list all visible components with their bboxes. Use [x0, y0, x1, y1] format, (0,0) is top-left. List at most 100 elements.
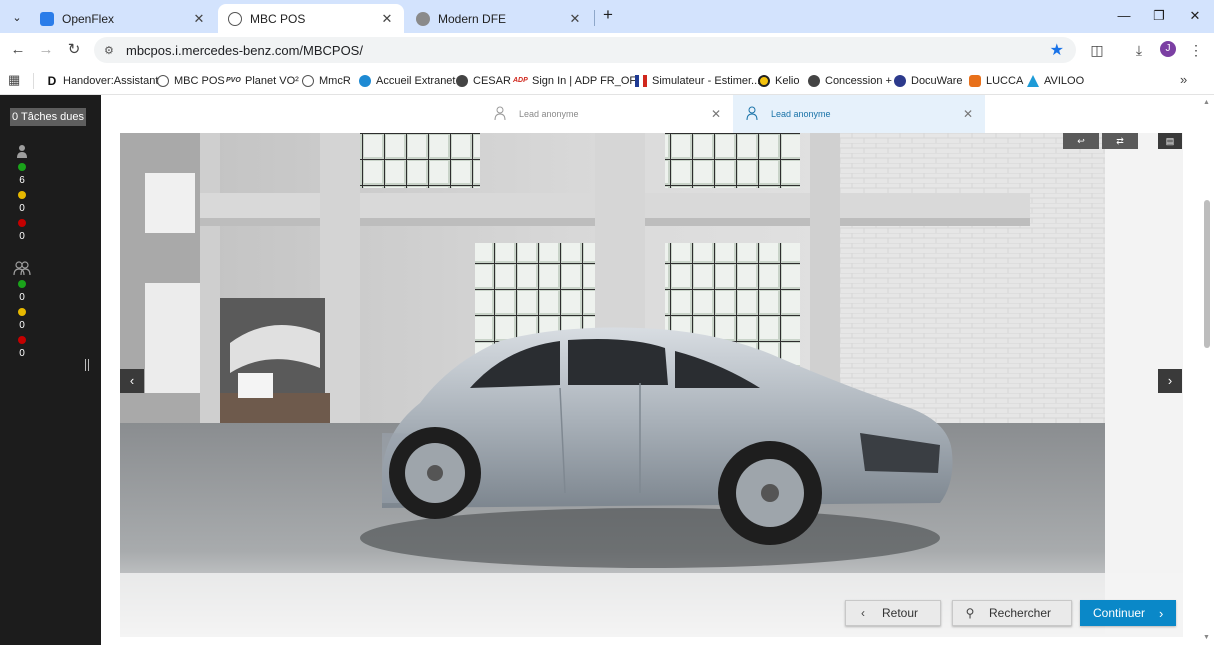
restore-icon[interactable]: ❐ [1149, 6, 1169, 26]
team-icon [13, 261, 31, 276]
individual-red-count: 0 [19, 231, 25, 242]
lead-tab[interactable]: Lead anonyme ✕ [481, 95, 733, 133]
close-icon[interactable]: ✕ [192, 11, 206, 27]
bookmark-label: Kelio [775, 75, 800, 87]
close-icon[interactable]: ✕ [963, 107, 973, 121]
chevron-right-icon: › [1159, 605, 1164, 621]
bookmark-label: DocuWare [911, 75, 963, 87]
team-yellow-count: 0 [19, 320, 25, 331]
lead-tab-label: Lead anonyme [519, 109, 579, 119]
showroom-car-image [120, 133, 1183, 637]
tab-openflex[interactable]: OpenFlex ✕ [30, 4, 216, 33]
tasks-due-badge[interactable]: 0 Tâches dues [10, 108, 86, 126]
new-tab-button[interactable]: + [598, 6, 618, 26]
anonymous-lead-icon [493, 106, 507, 123]
bookmark-label: Handover:Assistant [63, 75, 159, 87]
bookmark-handover[interactable]: D Handover:Assistant [46, 72, 159, 90]
planet-vo-logo-icon: PVO [226, 77, 241, 84]
bookmark-label: MBC POS [174, 75, 225, 87]
continue-button[interactable]: Continuer › [1080, 600, 1176, 626]
mercedes-star-icon [302, 75, 314, 87]
browser-toolbar: ← → ↻ ⚙ mbcpos.i.mercedes-benz.com/MBCPO… [0, 33, 1214, 67]
bookmark-label: LUCCA [986, 75, 1024, 87]
close-icon[interactable]: ✕ [568, 11, 582, 27]
forward-arrow-icon[interactable]: → [35, 39, 57, 61]
chevron-right-double-icon[interactable]: » [1180, 72, 1187, 87]
bookmark-adp[interactable]: ADP Sign In | ADP FR_OF... [513, 72, 644, 90]
address-bar[interactable]: ⚙ mbcpos.i.mercedes-benz.com/MBCPOS/ ★ [94, 37, 1076, 63]
tab-separator [594, 10, 595, 26]
bookmark-mbc-pos[interactable]: MBC POS [157, 72, 225, 90]
status-dot-green [18, 280, 26, 288]
individual-yellow-count: 0 [19, 203, 25, 214]
tab-title: OpenFlex [62, 11, 115, 26]
apps-grid-icon[interactable]: ▦ [8, 73, 22, 87]
back-button[interactable]: ‹ Retour [845, 600, 941, 626]
close-icon[interactable]: ✕ [380, 11, 394, 27]
scroll-up-arrow[interactable]: ▲ [1203, 99, 1210, 106]
minimize-icon[interactable]: — [1114, 6, 1134, 26]
status-dot-yellow [18, 191, 26, 199]
panel-resize-handle[interactable] [85, 359, 89, 371]
extensions-icon[interactable]: ◫ [1087, 40, 1107, 60]
bookmark-label: MmcR [319, 75, 351, 87]
bookmark-label: CESAR [473, 75, 511, 87]
bookmark-accueil-extranet[interactable]: Accueil Extranet [359, 72, 455, 90]
bookmark-simulateur[interactable]: Simulateur - Estimer... [635, 72, 760, 90]
back-button-label: Retour [882, 606, 919, 620]
team-red-count: 0 [19, 348, 25, 359]
reload-icon[interactable]: ↻ [63, 39, 85, 61]
page-scrollbar[interactable] [1204, 200, 1210, 348]
back-arrow-icon[interactable]: ← [7, 39, 29, 61]
browser-tab-strip: ⌄ OpenFlex ✕ MBC POS ✕ Modern DFE ✕ + — … [0, 0, 1214, 33]
lead-tab-label: Lead anonyme [771, 109, 831, 119]
menu-icon[interactable]: ⋮ [1186, 40, 1206, 60]
mercedes-star-icon [228, 11, 242, 26]
bookmark-label: Accueil Extranet [376, 75, 456, 87]
chevron-left-icon: ‹ [861, 606, 865, 620]
lucca-icon [969, 75, 981, 87]
fullscreen-icon[interactable]: ▤ [1158, 133, 1182, 149]
bookmarks-divider [33, 73, 34, 89]
bookmark-lucca[interactable]: LUCCA [969, 72, 1023, 90]
bookmark-concession[interactable]: Concession + [808, 72, 892, 90]
close-icon[interactable]: ✕ [711, 107, 721, 121]
status-dot-yellow [18, 308, 26, 316]
bookmark-planet-vo2[interactable]: PVO Planet VO² [226, 72, 299, 90]
exterior-view-icon[interactable]: ⇄ [1102, 133, 1138, 149]
bookmark-cesar[interactable]: CESAR [456, 72, 511, 90]
team-green-count: 0 [19, 292, 25, 303]
globe-icon [416, 11, 430, 26]
interior-view-icon[interactable]: ↩ [1063, 133, 1099, 149]
status-dot-red [18, 336, 26, 344]
bookmark-mmcr[interactable]: MmcR [302, 72, 351, 90]
profile-avatar[interactable]: J [1160, 41, 1176, 57]
tab-title: Modern DFE [438, 11, 507, 26]
window-close-icon[interactable]: ✕ [1185, 6, 1205, 26]
previous-view-arrow[interactable]: ‹ [120, 369, 144, 393]
main-content: Lead anonyme ✕ Lead anonyme ✕ ↩ ⇄ ▤ ‹ › … [101, 95, 1214, 645]
lead-tabs: Lead anonyme ✕ Lead anonyme ✕ [481, 95, 986, 133]
download-icon[interactable]: ⤓ [1129, 40, 1149, 60]
tab-mbc-pos[interactable]: MBC POS ✕ [218, 4, 404, 33]
bookmark-docuware[interactable]: DocuWare [894, 72, 963, 90]
search-button[interactable]: ⚲ Rechercher [952, 600, 1072, 626]
person-icon [15, 144, 29, 158]
tab-search-button[interactable]: ⌄ [6, 6, 28, 28]
site-settings-icon[interactable]: ⚙ [104, 44, 118, 57]
bookmark-label: Planet VO² [245, 75, 299, 87]
extranet-icon [359, 75, 371, 87]
aviloo-icon [1027, 75, 1039, 87]
url-text[interactable]: mbcpos.i.mercedes-benz.com/MBCPOS/ [126, 43, 363, 58]
adp-logo-icon: ADP [513, 77, 528, 84]
next-view-arrow[interactable]: › [1158, 369, 1182, 393]
search-button-label: Rechercher [989, 606, 1052, 620]
bookmark-star-icon[interactable]: ★ [1050, 40, 1064, 60]
cesar-icon [456, 75, 468, 87]
bookmark-kelio[interactable]: Kelio [758, 72, 799, 90]
vehicle-360-viewer[interactable]: ↩ ⇄ ▤ ‹ › [120, 133, 1183, 637]
lead-tab-active[interactable]: Lead anonyme ✕ [733, 95, 985, 133]
scroll-down-arrow[interactable]: ▼ [1203, 634, 1210, 641]
tab-modern-dfe[interactable]: Modern DFE ✕ [406, 4, 592, 33]
bookmark-aviloo[interactable]: AVILOO [1027, 72, 1084, 90]
